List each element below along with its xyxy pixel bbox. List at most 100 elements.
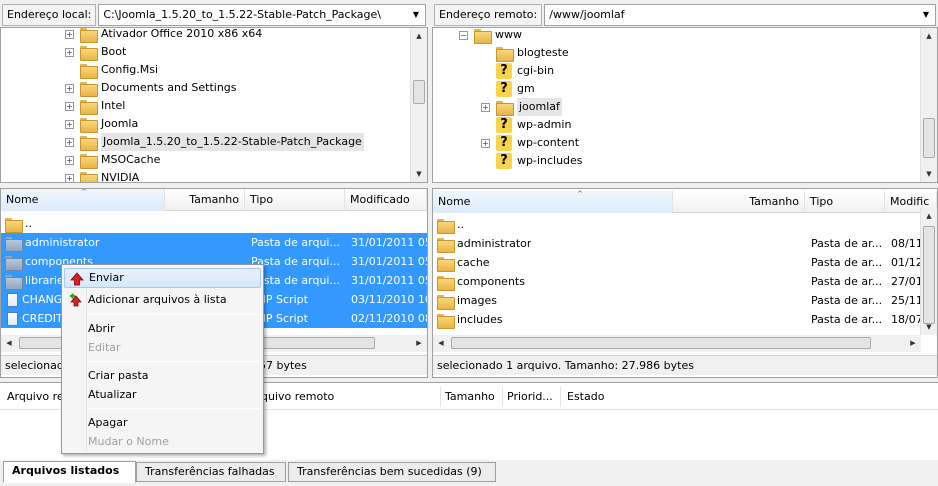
tree-item[interactable]: +? wp-content [481,134,579,152]
folder-icon [80,135,98,151]
remote-file-list[interactable]: Nome ^ Tamanho Tipo Modific .. administr… [432,188,938,378]
remote-list-vscrollbar[interactable]: ▲ ▼ [920,208,937,335]
chevron-down-icon[interactable]: ▼ [919,5,933,25]
scroll-thumb[interactable] [923,226,935,324]
local-tree-scrollbar[interactable]: ▲ ▼ [410,28,427,182]
table-row[interactable]: images Pasta de ar... 25/11, [433,291,921,310]
queue-col-size[interactable]: Tamanho [445,385,495,409]
remote-path-combo[interactable]: /www/joomlaf ▼ [544,4,936,26]
scroll-down-icon[interactable]: ▼ [411,166,427,182]
menu-item-create-directory[interactable]: Criar pasta [64,366,261,386]
folder-icon [437,256,455,272]
tree-item-selected[interactable]: + Joomla_1.5.20_to_1.5.22-Stable-Patch_Pa… [65,133,364,151]
column-type[interactable]: Tipo [245,189,345,211]
tab-failed-transfers[interactable]: Transferências falhadas [136,462,286,482]
expand-icon[interactable]: + [65,119,74,129]
unknown-folder-icon: ? [496,135,512,151]
remote-tree-pane[interactable]: − www blogteste ? cgi-bin ? gm + joomlaf ? wp… [432,27,938,183]
tree-item[interactable]: ? wp-admin [481,116,571,134]
folder-icon [80,153,98,169]
queue-tabs: Arquivos listados Transferências falhada… [0,460,938,486]
folder-icon [80,28,98,43]
file-icon [7,312,18,326]
menu-item-open[interactable]: Abrir [64,319,261,339]
menu-item-add-to-queue[interactable]: Adicionar arquivos à lista [64,290,261,310]
unknown-folder-icon: ? [496,63,512,79]
tab-queued-files[interactable]: Arquivos listados [3,461,136,483]
queue-col-state[interactable]: Estado [567,385,604,409]
scroll-left-icon[interactable]: ◀ [433,335,449,351]
expand-icon[interactable]: + [65,173,74,182]
tree-item[interactable]: + MSOCache [65,151,160,169]
column-size[interactable]: Tamanho [165,189,245,211]
expand-icon[interactable]: + [65,83,74,93]
scroll-thumb[interactable] [413,80,425,104]
folder-icon [437,237,455,253]
tree-item[interactable]: + Intel [65,97,125,115]
expand-icon[interactable]: + [65,137,74,147]
remote-address-label: Endereço remoto: [434,4,543,26]
expand-icon[interactable]: + [481,138,490,148]
expand-icon[interactable]: + [65,29,74,39]
tree-item[interactable]: + Joomla [65,115,138,133]
tree-item[interactable]: + Boot [65,43,126,61]
chevron-down-icon[interactable]: ▼ [409,5,423,25]
table-row[interactable]: administrator Pasta de arqui... 31/01/20… [1,233,427,252]
tree-item-selected[interactable]: + joomlaf [481,98,562,116]
local-tree-pane[interactable]: + Ativador Office 2010 x86 x64 + Boot Conf… [0,27,428,183]
menu-item-delete[interactable]: Apagar [64,413,261,433]
queue-col-priority[interactable]: Priorid... [507,385,553,409]
folder-icon [437,313,455,329]
tree-item[interactable]: − www [459,28,522,44]
scroll-right-icon[interactable]: ▶ [411,335,427,351]
scroll-thumb[interactable] [923,118,935,158]
folder-icon [437,218,455,234]
column-size[interactable]: Tamanho [673,191,805,213]
expand-icon[interactable]: + [65,155,74,165]
scroll-down-icon[interactable]: ▼ [921,166,937,182]
scroll-thumb[interactable] [451,337,871,349]
tree-item[interactable]: ? cgi-bin [481,62,554,80]
tree-item[interactable]: blogteste [481,44,569,62]
scroll-down-icon[interactable]: ▼ [921,319,937,335]
column-modified[interactable]: Modificado [345,189,427,211]
folder-icon [80,45,98,61]
local-path-combo[interactable]: C:\Joomla_1.5.20_to_1.5.22-Stable-Patch_… [98,4,426,26]
scroll-up-icon[interactable]: ▲ [921,208,937,224]
folder-icon [496,46,514,62]
table-row[interactable]: .. [1,214,427,233]
local-list-header: Nome ^ Tamanho Tipo Modificado [1,189,427,211]
collapse-icon[interactable]: − [459,30,468,40]
queue-col-remote[interactable]: quivo remoto [261,385,334,409]
table-row[interactable]: includes Pasta de ar... 18/07, [433,310,921,329]
menu-item-refresh[interactable]: Atualizar [64,385,261,405]
tree-item[interactable]: + Ativador Office 2010 x86 x64 [65,28,262,43]
table-row[interactable]: components Pasta de ar... 27/01, [433,272,921,291]
column-type[interactable]: Tipo [805,191,885,213]
folder-icon [496,100,514,116]
tree-item[interactable]: ? gm [481,80,535,98]
menu-item-upload[interactable]: Enviar [64,268,261,288]
tab-successful-transfers[interactable]: Transferências bem sucedidas (9) [288,462,496,482]
tree-item[interactable]: + NVIDIA [65,169,139,182]
tree-item[interactable]: + Documents and Settings [65,79,237,97]
expand-icon[interactable]: + [481,102,490,112]
scroll-left-icon[interactable]: ◀ [1,335,17,351]
remote-tree-scrollbar[interactable]: ▲ ▼ [920,28,937,182]
column-name[interactable]: Nome [433,191,673,213]
queue-col-local[interactable]: Arquivo re [7,385,64,409]
tree-item[interactable]: Config.Msi [65,61,158,79]
scroll-up-icon[interactable]: ▲ [921,28,937,44]
remote-list-hscrollbar[interactable]: ◀ ▶ [433,335,921,352]
scroll-up-icon[interactable]: ▲ [411,28,427,44]
table-row[interactable]: .. [433,215,921,234]
expand-icon[interactable]: + [65,101,74,111]
upload-arrow-icon [70,272,84,286]
local-address-bar: Endereço local: C:\Joomla_1.5.20_to_1.5.… [0,3,428,27]
table-row[interactable]: administrator Pasta de ar... 08/11, [433,234,921,253]
tree-item[interactable]: ? wp-includes [481,152,583,170]
scroll-right-icon[interactable]: ▶ [905,335,921,351]
folder-icon [5,236,23,252]
table-row[interactable]: cache Pasta de ar... 01/12, [433,253,921,272]
expand-icon[interactable]: + [65,47,74,57]
